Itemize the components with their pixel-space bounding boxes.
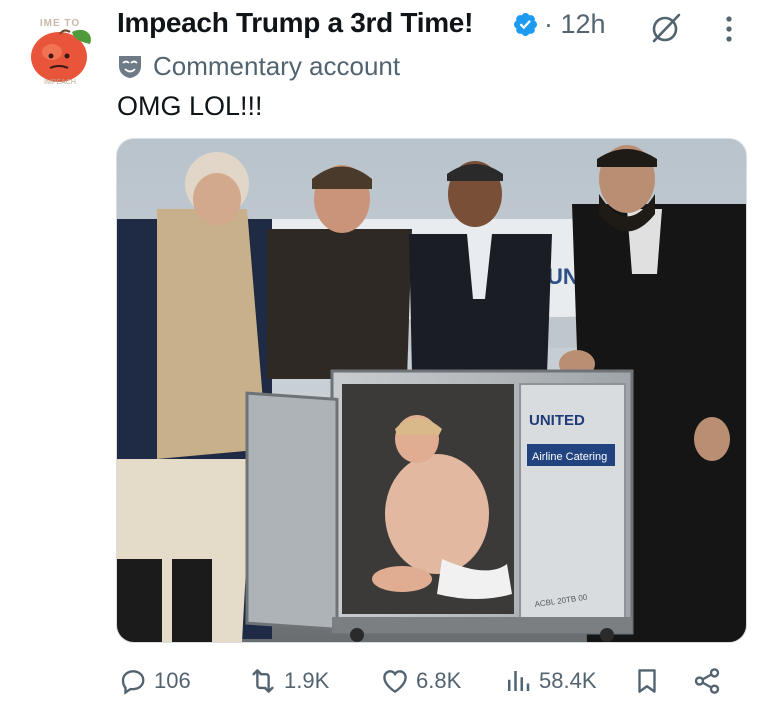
account-label[interactable]: Commentary account [117,50,400,82]
action-bar: 106 1.9K 6.8K 58.4K [0,656,768,706]
cart-sign-line1: UNITED [529,412,585,429]
repost-count: 1.9K [284,668,330,693]
time-separator: · [544,9,553,39]
post-timestamp[interactable]: · 12h [544,9,606,40]
post-text: OMG LOL!!! [117,91,263,121]
time-value: 12h [560,9,606,39]
avatar-text-top: IME TO [39,18,81,29]
views-icon [508,671,530,691]
cart-sign-line2: Airline Catering [532,451,607,463]
like-icon [383,670,407,694]
share-button[interactable] [692,656,728,706]
like-count: 6.8K [416,668,462,693]
more-icon[interactable] [722,13,736,45]
repost-icon [252,669,274,693]
commentary-label-icon [119,56,141,78]
bookmark-icon [638,669,656,693]
account-label-text: Commentary account [153,50,401,81]
views-button[interactable]: 58.4K [503,656,597,706]
verified-badge-icon [513,12,538,37]
views-count: 58.4K [539,668,597,693]
bookmark-button[interactable] [632,656,668,706]
reply-count: 106 [154,668,191,693]
avatar-text-bottom: IMPEACH [44,79,76,86]
like-button[interactable]: 6.8K [380,656,461,706]
post-image[interactable]: UN UNITED Airline Catering ACBL 20TB 00 [116,138,747,643]
reply-icon [121,670,145,695]
grok-icon[interactable] [648,12,684,44]
reply-button[interactable]: 106 [118,656,191,706]
repost-button[interactable]: 1.9K [248,656,329,706]
share-icon [694,668,720,694]
plane-livery-text: UN [547,264,579,289]
display-name[interactable]: Impeach Trump a 3rd Time! [117,7,473,39]
post-image-illustration: UN UNITED Airline Catering ACBL 20TB 00 [117,139,746,642]
avatar[interactable]: IME TO IMPEACH [22,14,98,90]
